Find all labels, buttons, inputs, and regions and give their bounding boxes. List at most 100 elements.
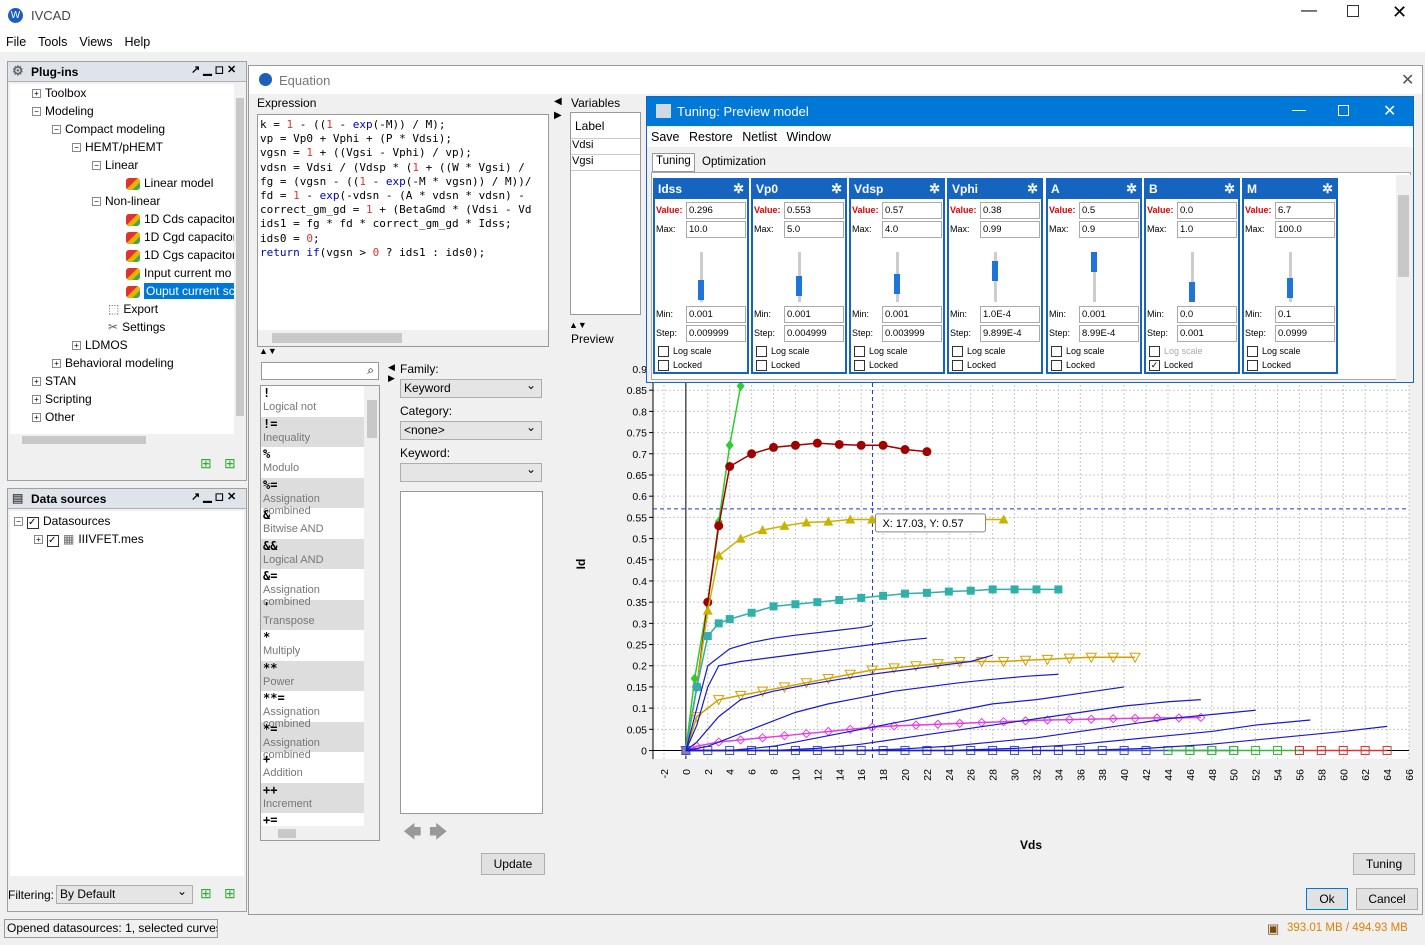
log-scale-checkbox[interactable]: Log scale — [854, 345, 908, 359]
tree-vscrollbar[interactable] — [234, 84, 246, 434]
tree-item-other[interactable]: + Other — [32, 408, 75, 426]
minimize-icon[interactable]: — — [1301, 2, 1317, 20]
value-input[interactable] — [1275, 202, 1335, 219]
expand-all-icon[interactable]: ⊞ — [200, 455, 212, 472]
operator-item[interactable]: ! Logical not — [261, 386, 364, 417]
value-input[interactable] — [784, 202, 844, 219]
step-input[interactable] — [980, 325, 1040, 342]
value-input[interactable] — [980, 202, 1040, 219]
close-icon[interactable]: ✕ — [1383, 101, 1396, 121]
close-icon[interactable]: ✕ — [1392, 2, 1407, 23]
log-scale-checkbox[interactable]: Log scale — [1247, 345, 1301, 359]
step-input[interactable] — [882, 325, 942, 342]
operator-item[interactable]: ** Power — [261, 660, 364, 691]
code-line[interactable]: correct_gm_gd = 1 + (BetaGmd * (Vdsi - V… — [260, 203, 532, 217]
locked-checkbox[interactable]: Locked — [1051, 359, 1095, 373]
code-line[interactable]: return if(vgsn > 0 ? ids1 : ids0); — [260, 246, 532, 260]
code-line[interactable]: vdsn = Vdsi / (Vdsp * (1 + ((W * Vgsi) / — [260, 161, 532, 175]
max-input[interactable] — [1079, 221, 1139, 238]
step-input[interactable] — [784, 325, 844, 342]
tuning-button[interactable]: Tuning — [1353, 853, 1415, 875]
operator-item[interactable]: != Inequality — [261, 416, 364, 447]
panel-controls-icon[interactable]: ↗ ▁ ◻ ✕ — [191, 63, 236, 76]
min-input[interactable] — [784, 306, 844, 323]
operator-item[interactable]: % Modulo — [261, 447, 364, 478]
min-input[interactable] — [1079, 306, 1139, 323]
tree-item-output-current[interactable]: Ouput current sc — [126, 282, 234, 300]
datasource-file[interactable]: + ✓ ▦ IIIVFET.mes — [34, 532, 144, 547]
max-input[interactable] — [686, 221, 746, 238]
min-input[interactable] — [1177, 306, 1237, 323]
log-scale-checkbox[interactable]: Log scale — [952, 345, 1006, 359]
collapse-arrow-icon[interactable]: ▲▼ — [259, 346, 277, 356]
gear-icon[interactable]: ✲ — [929, 180, 940, 198]
tree-item-settings[interactable]: ✂ Settings — [108, 318, 165, 336]
slider-thumb[interactable] — [1287, 278, 1293, 298]
operator-item[interactable]: && Logical AND — [261, 538, 364, 569]
panel-controls-icon[interactable]: ↗ ▁ ◻ ✕ — [191, 490, 236, 503]
value-input[interactable] — [1177, 202, 1237, 219]
code-line[interactable]: vp = Vp0 + Vphi + (P * Vdsi); — [260, 132, 532, 146]
max-input[interactable] — [980, 221, 1040, 238]
operator-search[interactable]: ⌕ — [261, 362, 379, 380]
preview-chart[interactable]: -2 0 2 4 6 8 10 12 14 16 18 20 22 24 26 28 30 32 34 36 38 40 4… — [569, 349, 1422, 864]
operator-item[interactable]: * Multiply — [261, 630, 364, 661]
max-input[interactable] — [784, 221, 844, 238]
tree-item-cgs[interactable]: 1D Cgs capacitor — [126, 246, 234, 264]
checkbox-icon[interactable]: ✓ — [47, 535, 59, 547]
slider-thumb[interactable] — [992, 261, 998, 281]
gear-icon[interactable]: ✲ — [831, 180, 842, 198]
expand-all-icon[interactable]: ⊞ — [200, 885, 212, 902]
tree-item-ldmos[interactable]: + LDMOS — [72, 336, 128, 354]
operator-hscrollbar[interactable] — [261, 826, 379, 840]
tree-item-modeling[interactable]: − Modeling — [32, 102, 94, 120]
locked-checkbox[interactable]: Locked — [952, 359, 996, 373]
value-input[interactable] — [686, 202, 746, 219]
tree-hscrollbar[interactable] — [10, 434, 234, 446]
tree-item-cds[interactable]: 1D Cds capacitor — [126, 210, 234, 228]
collapse-arrow-icon[interactable]: ◀ ▶ — [388, 362, 395, 384]
code-line[interactable]: ids0 = 0; — [260, 232, 532, 246]
min-input[interactable] — [1275, 306, 1335, 323]
operator-vscrollbar[interactable] — [364, 386, 379, 826]
locked-checkbox[interactable]: Locked — [658, 359, 702, 373]
slider-thumb[interactable] — [1091, 252, 1097, 272]
datasource-root[interactable]: − ✓ Datasources — [14, 514, 110, 529]
menu-restore[interactable]: Restore — [689, 130, 733, 144]
slider-thumb[interactable] — [698, 280, 704, 300]
max-input[interactable] — [882, 221, 942, 238]
locked-checkbox[interactable]: Locked — [756, 359, 800, 373]
value-input[interactable] — [1079, 202, 1139, 219]
gear-icon[interactable]: ✲ — [1224, 180, 1235, 198]
variable-row[interactable]: Vdsi — [571, 139, 640, 155]
code-line[interactable]: ids1 = fg * fd * correct_gm_gd * Idss; — [260, 217, 532, 231]
menu-window[interactable]: Window — [786, 130, 830, 144]
log-scale-checkbox[interactable]: Log scale — [756, 345, 810, 359]
tree-item-nonlinear[interactable]: − Non-linear — [92, 192, 160, 210]
code-hscrollbar[interactable] — [258, 330, 548, 346]
tree-item-hemt[interactable]: − HEMT/pHEMT — [72, 138, 163, 156]
menu-help[interactable]: Help — [124, 35, 150, 49]
tree-item-toolbox[interactable]: + Toolbox — [32, 84, 86, 102]
keyword-select[interactable] — [400, 461, 542, 482]
step-input[interactable] — [1275, 325, 1335, 342]
log-scale-checkbox[interactable]: Log scale — [1051, 345, 1105, 359]
step-input[interactable] — [1177, 325, 1237, 342]
tree-item-scripting[interactable]: + Scripting — [32, 390, 92, 408]
locked-checkbox[interactable]: Locked — [854, 359, 898, 373]
min-input[interactable] — [686, 306, 746, 323]
slider-thumb[interactable] — [1189, 282, 1195, 302]
expression-editor[interactable]: k = 1 - ((1 - exp(-M)) / M); vp = Vp0 + V… — [257, 114, 549, 347]
code-line[interactable]: fg = (vgsn - ((1 - exp(-M * vgsn)) / M))… — [260, 175, 532, 189]
menu-views[interactable]: Views — [79, 35, 112, 49]
tree-item-compact-modeling[interactable]: − Compact modeling — [52, 120, 165, 138]
tab-tuning[interactable]: Tuning — [652, 153, 695, 172]
maximize-icon[interactable] — [1347, 5, 1359, 17]
tree-item-export[interactable]: ⬚ Export — [108, 300, 158, 318]
tab-optimization[interactable]: Optimization — [700, 155, 768, 172]
cancel-button[interactable]: Cancel — [1356, 888, 1418, 910]
menu-tools[interactable]: Tools — [38, 35, 67, 49]
forward-arrow-icon[interactable]: 🡆 — [429, 820, 448, 850]
tuning-vscrollbar[interactable] — [1396, 175, 1411, 380]
operator-item[interactable]: *= Assignation combined — [261, 721, 364, 761]
